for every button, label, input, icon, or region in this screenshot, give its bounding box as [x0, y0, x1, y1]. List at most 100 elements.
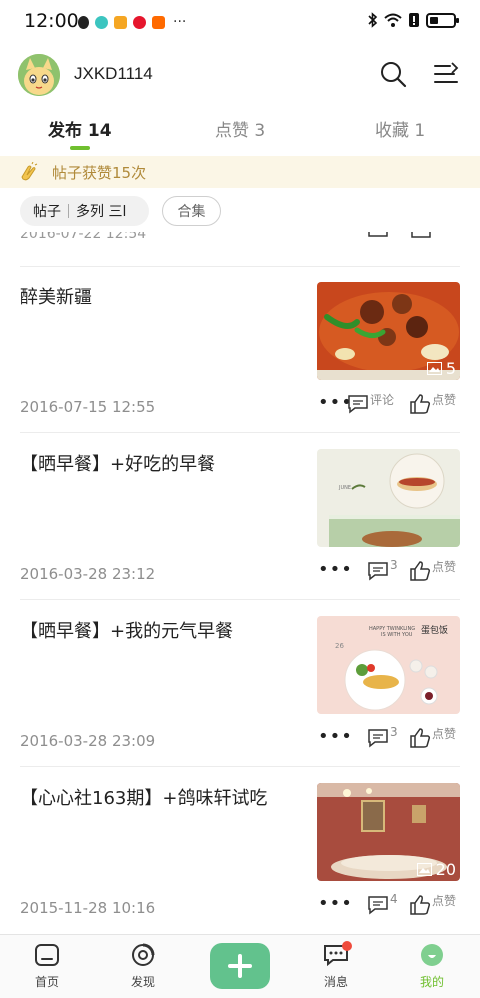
likes-banner: 帖子获赞15次: [0, 156, 480, 188]
comment-action[interactable]: 4: [367, 892, 398, 915]
like-label: 点赞: [432, 727, 457, 741]
post-date: 2016-03-28 23:12: [20, 565, 156, 583]
post-feed: LOGO 2016-07-22 12:54 醉美新疆: [0, 232, 480, 934]
posts-filter-label: 帖子: [33, 204, 61, 220]
nav-discover[interactable]: 发现: [113, 943, 173, 990]
create-post-button[interactable]: [210, 943, 270, 989]
bluetooth-icon: [368, 12, 378, 28]
thumbs-up-icon: [410, 561, 431, 581]
post-thumbnail[interactable]: 5: [317, 282, 460, 380]
comment-label: 评论: [370, 393, 395, 407]
system-icons: [368, 12, 459, 28]
comment-action[interactable]: 评论: [347, 393, 395, 414]
image-count: 20: [435, 860, 456, 879]
post-item[interactable]: 【心心社163期】+鸽味轩试吃 20 2015-11-28 10:16 ••• …: [0, 767, 480, 933]
post-thumbnail[interactable]: JUNE: [317, 449, 460, 547]
nav-me-label: 我的: [419, 975, 444, 989]
comment-count: 3: [390, 725, 398, 739]
thumbs-up-icon: [410, 728, 431, 748]
search-icon[interactable]: [379, 60, 407, 88]
comment-action[interactable]: 3: [367, 558, 398, 581]
like-action[interactable]: 点赞: [409, 560, 457, 581]
status-bar: 12:00 ···: [0, 0, 480, 44]
clap-icon: [21, 162, 38, 181]
nav-home[interactable]: 首页: [17, 943, 77, 990]
comment-icon: [368, 562, 388, 581]
image-count-badge: 5: [426, 359, 456, 378]
comment-icon: [348, 395, 368, 414]
more-options-icon[interactable]: •••: [318, 559, 353, 580]
more-options-icon[interactable]: •••: [318, 893, 353, 914]
collection-filter-chip[interactable]: 合集: [162, 196, 221, 226]
thumb-brand: 蛋包饭: [421, 624, 448, 636]
discover-icon: [132, 943, 155, 966]
app-icon-teal: [95, 15, 108, 29]
username: JXKD1114: [74, 64, 153, 83]
thumb-number: 26: [335, 642, 344, 650]
nav-home-label: 首页: [34, 975, 59, 989]
more-options-icon[interactable]: •••: [318, 726, 353, 747]
battery-icon: [426, 12, 459, 28]
image-count: 5: [445, 359, 456, 378]
post-thumbnail[interactable]: 20: [317, 783, 460, 881]
nav-discover-label: 发现: [130, 975, 155, 989]
post-title: 醉美新疆: [20, 287, 92, 308]
home-icon: [35, 944, 59, 966]
comment-icon: [368, 729, 388, 748]
partial-post[interactable]: 2016-07-22 12:54: [0, 232, 480, 266]
notification-icons: ···: [78, 14, 186, 30]
comment-action[interactable]: 3: [367, 725, 398, 748]
post-title: 【晒早餐】+好吃的早餐: [20, 454, 216, 475]
tab-likes[interactable]: 点赞 3: [215, 116, 265, 141]
post-title: 【晒早餐】+我的元气早餐: [20, 621, 234, 642]
menu-icon[interactable]: [432, 60, 460, 88]
comment-icon[interactable]: [368, 232, 388, 240]
image-count-badge: 20: [416, 860, 456, 879]
post-thumbnail[interactable]: HAPPY TWINKLING IS WITH YOU 蛋包饭 26: [317, 616, 460, 714]
tab-posts[interactable]: 发布 14: [48, 116, 112, 141]
comment-icon: [368, 896, 388, 915]
tab-favorites[interactable]: 收藏 1: [375, 116, 425, 141]
nav-messages[interactable]: 消息: [306, 941, 366, 990]
profile-header: JXKD1114: [0, 52, 480, 98]
thumb-caption: IS WITH YOU: [381, 632, 413, 638]
wifi-icon: [384, 13, 402, 27]
like-label: 点赞: [432, 393, 457, 407]
like-action[interactable]: 点赞: [409, 393, 457, 414]
gallery-icon: [426, 362, 442, 375]
comment-count: 3: [390, 558, 398, 572]
nav-messages-label: 消息: [323, 975, 348, 989]
likes-count-text: 帖子获赞15次: [52, 164, 147, 182]
like-icon[interactable]: [410, 232, 432, 240]
post-item[interactable]: 【晒早餐】+我的元气早餐 HAPPY TWINKLING IS WITH YOU…: [0, 600, 480, 766]
qq-icon: [78, 15, 89, 29]
filter-bar: 帖子 多列 三l 合集: [0, 196, 480, 230]
plus-icon: [228, 954, 252, 978]
like-action[interactable]: 点赞: [409, 894, 456, 915]
like-action[interactable]: 点赞: [409, 727, 457, 748]
gallery-icon: [416, 863, 432, 876]
app-icon-orange: [152, 15, 165, 29]
chip-divider: [68, 204, 69, 218]
thumbs-up-icon: [410, 394, 431, 414]
collection-filter-label: 合集: [177, 204, 206, 220]
status-time: 12:00: [24, 10, 79, 32]
more-notifications-icon: ···: [173, 14, 187, 30]
comment-count: 4: [390, 892, 398, 906]
post-date: 2016-07-15 12:55: [20, 398, 156, 416]
post-date: 2015-11-28 10:16: [20, 899, 156, 917]
unread-badge: [342, 941, 352, 951]
nav-me[interactable]: 我的: [402, 943, 462, 990]
thumb-caption: JUNE: [338, 485, 351, 491]
profile-icon: [421, 944, 443, 966]
weibo-icon: [133, 15, 146, 29]
like-label: 点赞: [432, 560, 457, 574]
avatar[interactable]: [18, 54, 60, 96]
profile-tabs: 发布 14 点赞 3 收藏 1: [0, 104, 480, 152]
posts-filter-chip[interactable]: 帖子 多列 三l: [20, 196, 149, 226]
series-filter-label: 多列 三l: [76, 204, 127, 220]
mail-icon: [114, 15, 127, 29]
post-item[interactable]: 醉美新疆 5 2016-07-15 12:55 ••• 评论 点赞: [0, 266, 480, 432]
post-item[interactable]: 【晒早餐】+好吃的早餐 JUNE 2016-03-28 23:12 ••• 3 …: [0, 433, 480, 599]
post-date: 2016-07-22 12:54: [20, 232, 147, 242]
